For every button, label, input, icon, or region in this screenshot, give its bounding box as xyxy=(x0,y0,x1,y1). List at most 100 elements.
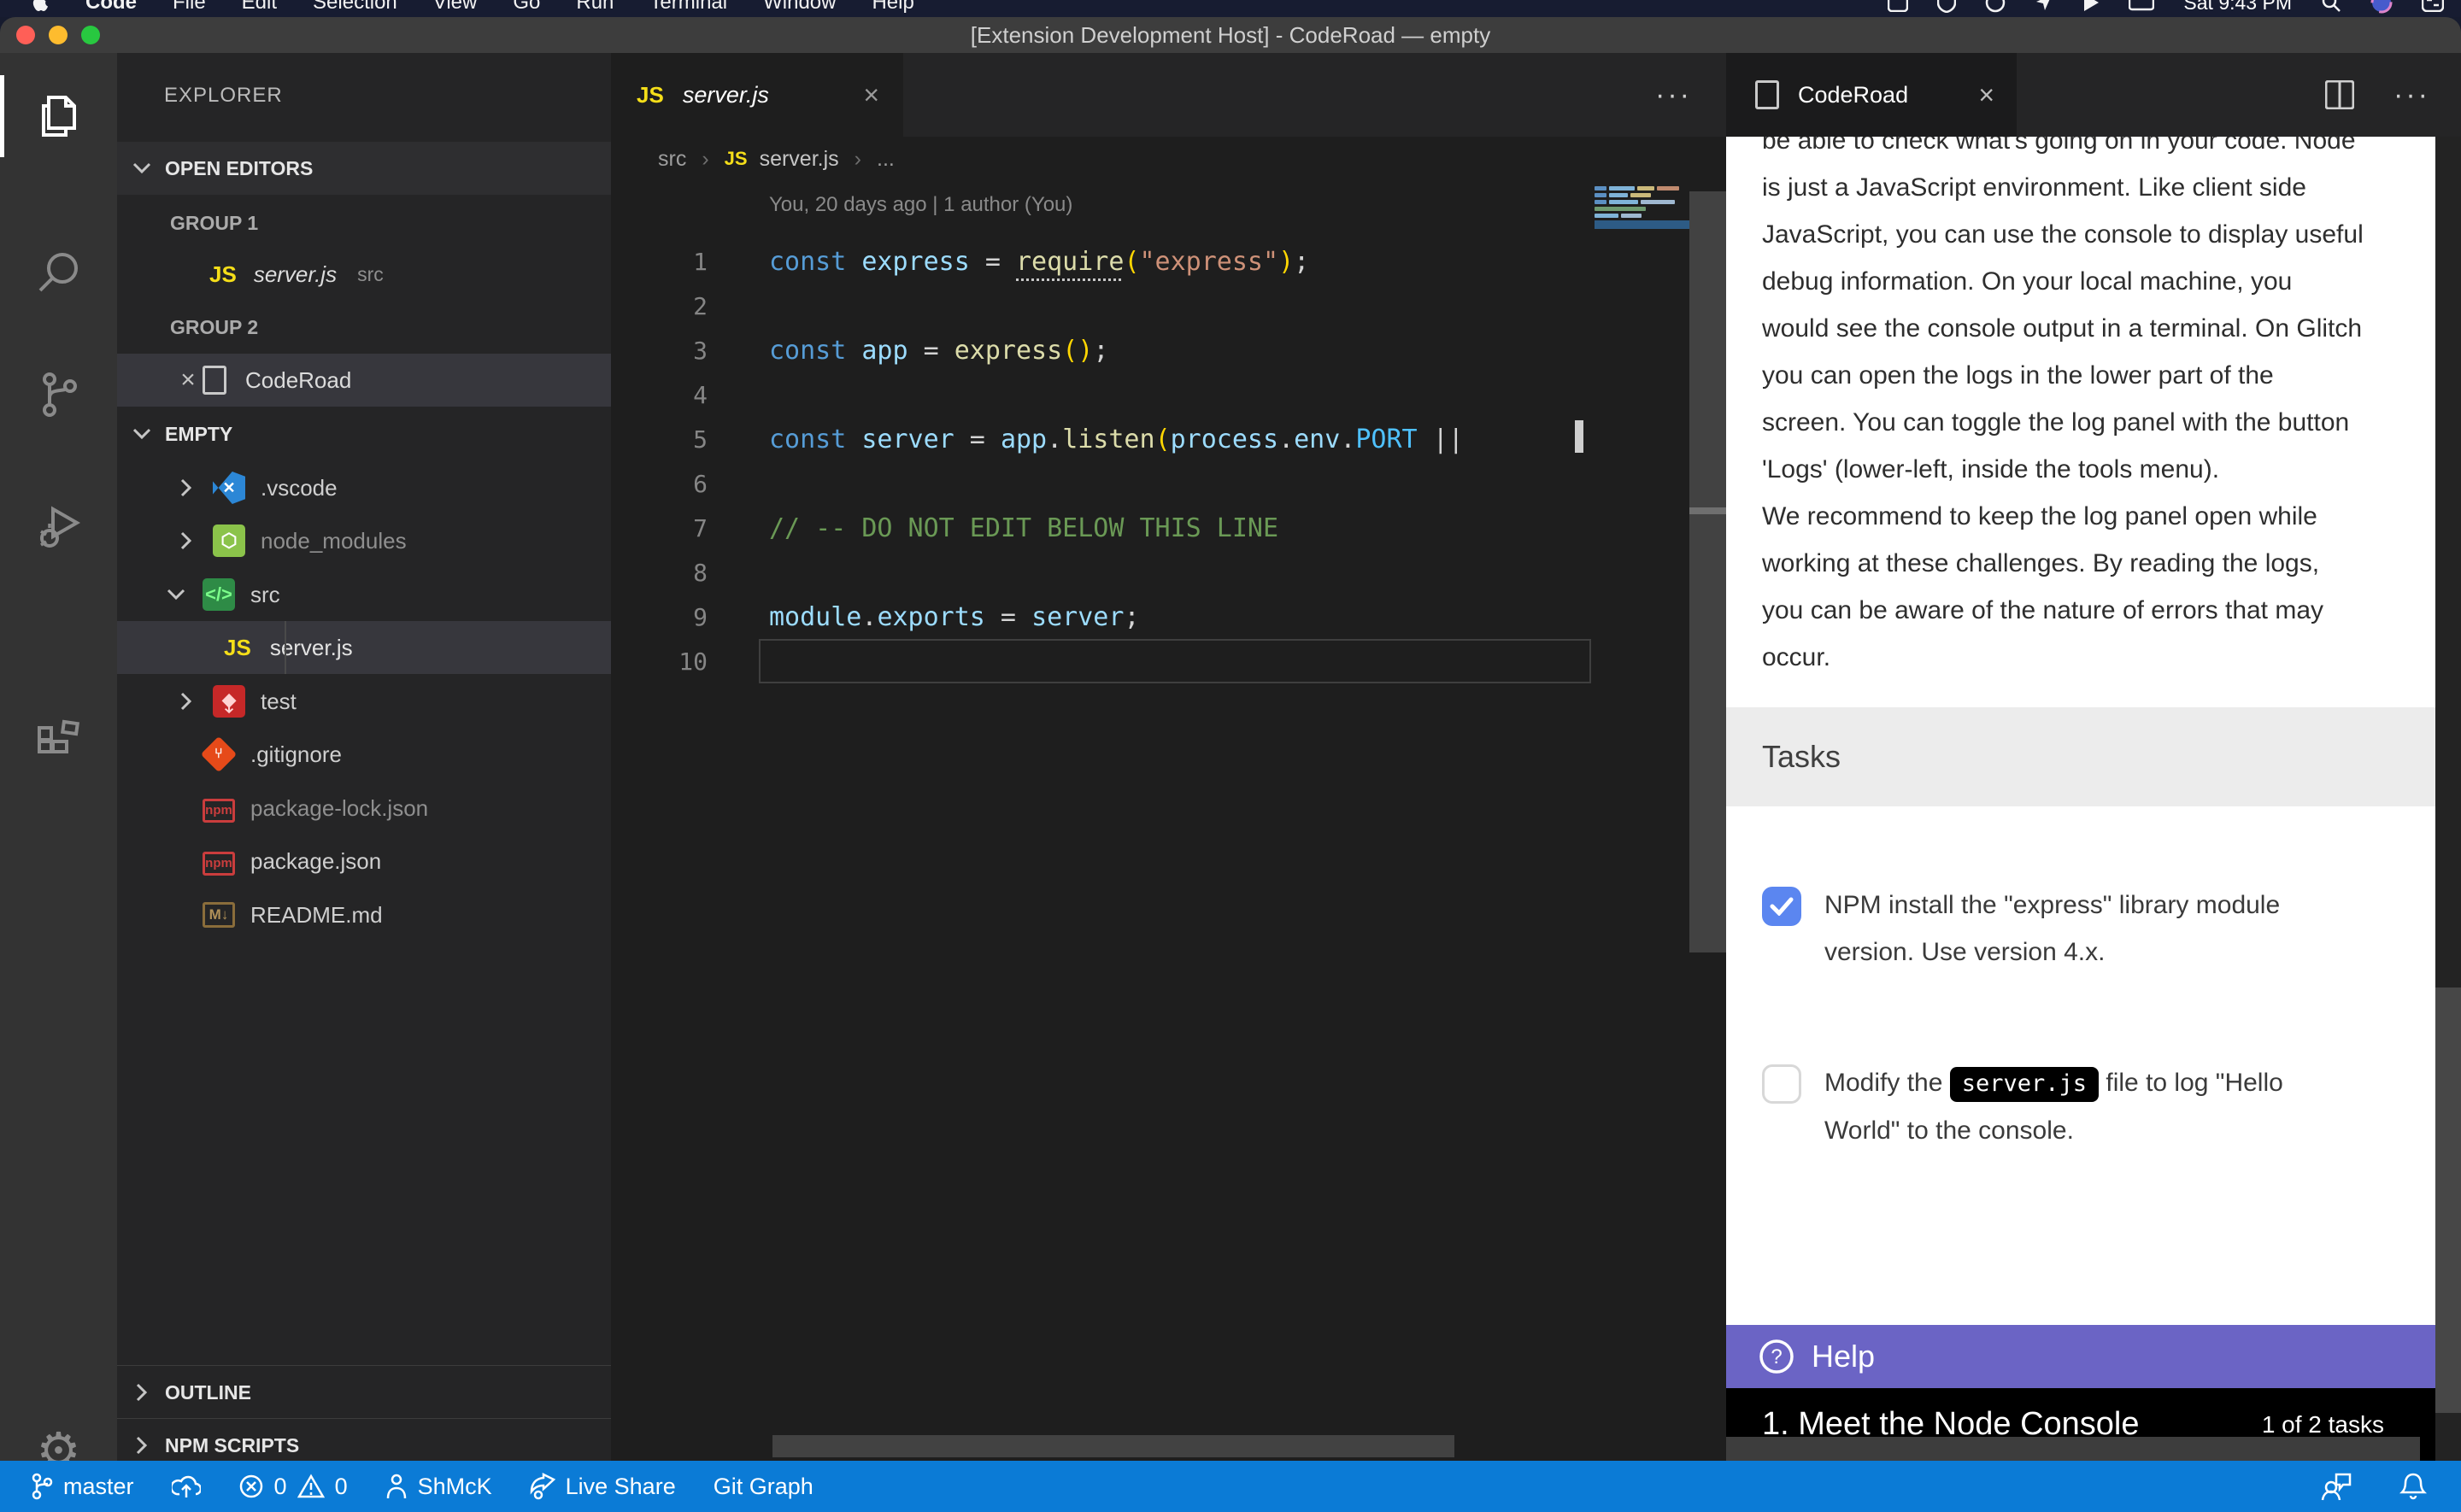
lesson-text-line: would see the console output in a termin… xyxy=(1762,314,2411,361)
horizontal-scrollbar[interactable] xyxy=(772,1435,1454,1457)
task-progress-badge: 1 of 2 tasks xyxy=(2262,1411,2384,1439)
code-line-9[interactable]: 9module.exports = server; xyxy=(611,595,1726,639)
minimap[interactable] xyxy=(1595,186,1689,229)
js-file-icon: JS xyxy=(209,261,237,288)
source-control-icon[interactable] xyxy=(0,354,117,436)
lesson-text-line: you can open the logs in the lower part … xyxy=(1762,361,2411,408)
menu-item-edit[interactable]: Edit xyxy=(242,0,277,15)
clock-icon[interactable] xyxy=(1985,0,2006,13)
tree-item-vscode[interactable]: ✕ .vscode xyxy=(117,461,611,514)
menu-clock[interactable]: Sat 9:43 PM xyxy=(2183,0,2292,15)
window-title-bar: [Extension Development Host] - CodeRoad … xyxy=(0,17,2461,53)
npm-scripts-section-header[interactable]: NPM SCRIPTS xyxy=(117,1419,611,1461)
checkbox-unchecked[interactable] xyxy=(1762,1064,1801,1104)
code-line-3[interactable]: 3const app = express(); xyxy=(611,328,1726,372)
code-line-5[interactable]: 5const server = app.listen(process.env.P… xyxy=(611,417,1726,461)
tab-coderoad[interactable]: CodeRoad × xyxy=(1726,53,2017,137)
checkbox-checked[interactable] xyxy=(1762,887,1801,926)
menu-item-help[interactable]: Help xyxy=(872,0,913,15)
close-icon[interactable]: × xyxy=(173,366,203,395)
split-editor-icon[interactable] xyxy=(2325,80,2354,109)
coderoad-webview: be able to check what's going on in your… xyxy=(1726,137,2461,1461)
apple-logo-icon[interactable] xyxy=(31,0,50,14)
tree-item-server-js[interactable]: JS server.js xyxy=(117,621,611,674)
editor-actions-more[interactable]: ··· xyxy=(1655,53,1692,137)
git-graph-button[interactable]: Git Graph xyxy=(714,1474,813,1500)
problems-status[interactable]: 0 0 xyxy=(238,1474,348,1500)
lesson-text-line: JavaScript, you can use the console to d… xyxy=(1762,220,2411,267)
open-editor-serverjs[interactable]: JS server.js src xyxy=(117,248,611,301)
chevron-down-icon xyxy=(129,428,155,440)
tree-item-package-json[interactable]: npm package.json xyxy=(117,835,611,888)
notifications-bell-icon[interactable] xyxy=(2399,1472,2427,1501)
webview-scrollbar-thumb[interactable] xyxy=(2435,987,2461,1413)
shield-icon[interactable] xyxy=(1937,0,1956,13)
cloud-upload-icon xyxy=(172,1474,201,1499)
breadcrumb-symbol[interactable]: ... xyxy=(877,147,895,172)
location-icon[interactable] xyxy=(2035,0,2053,12)
search-icon[interactable] xyxy=(0,231,117,313)
js-file-icon: JS xyxy=(637,82,664,108)
code-line-8[interactable]: 8 xyxy=(611,550,1726,595)
menu-item-go[interactable]: Go xyxy=(513,0,540,15)
code-line-4[interactable]: 4 xyxy=(611,372,1726,417)
warning-triangle-icon xyxy=(297,1474,325,1499)
webview-scrollbar-track[interactable] xyxy=(2435,137,2461,1461)
code-line-1[interactable]: 1const express = require("express"); xyxy=(611,239,1726,284)
open-editors-header[interactable]: OPEN EDITORS xyxy=(117,142,611,195)
file-icon xyxy=(203,366,226,395)
close-icon[interactable]: × xyxy=(863,79,879,111)
control-center-icon[interactable] xyxy=(2422,0,2444,12)
code-line-6[interactable]: 6 xyxy=(611,461,1726,506)
tab-server-js[interactable]: JS server.js × xyxy=(611,53,903,137)
siri-icon[interactable] xyxy=(2370,0,2393,14)
codelens-annotation[interactable]: You, 20 days ago | 1 author (You) xyxy=(769,193,1072,217)
code-editor[interactable]: You, 20 days ago | 1 author (You) 1const… xyxy=(611,181,1726,1461)
editor-group-2-header[interactable]: GROUP 2 xyxy=(117,301,611,354)
tree-item-readme[interactable]: M↓ README.md xyxy=(117,888,611,941)
play-icon[interactable] xyxy=(2082,0,2100,12)
chevron-right-icon xyxy=(129,1383,155,1402)
close-icon[interactable]: × xyxy=(1978,79,1994,111)
person-icon xyxy=(385,1473,408,1500)
code-line-10[interactable]: 10 xyxy=(611,639,1726,683)
vscode-folder-icon: ✕ xyxy=(213,472,245,504)
user-account-status[interactable]: ShMcK xyxy=(385,1473,492,1500)
tree-item-test[interactable]: ⧪ test xyxy=(117,675,611,728)
code-line-2[interactable]: 2 xyxy=(611,284,1726,328)
js-file-icon: JS xyxy=(725,148,748,170)
run-debug-icon[interactable] xyxy=(0,484,117,566)
editor-group-1-header[interactable]: GROUP 1 xyxy=(117,196,611,249)
live-share-button[interactable]: Live Share xyxy=(530,1473,676,1500)
tree-item-src[interactable]: </> src xyxy=(117,568,611,621)
menu-item-window[interactable]: Window xyxy=(763,0,836,15)
tree-item-node-modules[interactable]: ⬡ node_modules xyxy=(117,514,611,567)
tree-item-package-lock[interactable]: npm package-lock.json xyxy=(117,782,611,835)
menu-item-run[interactable]: Run xyxy=(576,0,614,15)
lesson-text-line: screen. You can toggle the log panel wit… xyxy=(1762,408,2411,455)
extensions-icon[interactable] xyxy=(0,691,117,773)
menu-item-file[interactable]: File xyxy=(173,0,206,15)
menu-item-terminal[interactable]: Terminal xyxy=(649,0,727,15)
vertical-scrollbar[interactable] xyxy=(1689,191,1726,952)
js-file-icon: JS xyxy=(224,635,251,661)
git-branch-status[interactable]: master xyxy=(31,1473,134,1500)
menu-item-code[interactable]: Code xyxy=(85,0,137,15)
menu-item-selection[interactable]: Selection xyxy=(313,0,397,15)
explorer-icon[interactable] xyxy=(0,75,117,157)
help-button[interactable]: ? Help xyxy=(1726,1325,2435,1388)
code-line-7[interactable]: 7// -- DO NOT EDIT BELOW THIS LINE xyxy=(611,506,1726,550)
breadcrumb-folder[interactable]: src xyxy=(658,147,686,172)
folder-section-header[interactable]: EMPTY xyxy=(117,407,611,460)
sync-changes-button[interactable] xyxy=(172,1474,201,1499)
menu-item-view[interactable]: View xyxy=(433,0,478,15)
outline-section-header[interactable]: OUTLINE xyxy=(117,1366,611,1419)
spotlight-icon[interactable] xyxy=(2321,0,2341,13)
window-icon[interactable] xyxy=(1888,0,1908,12)
feedback-icon[interactable] xyxy=(2321,1472,2352,1501)
tree-item-gitignore[interactable]: ⑂ .gitignore xyxy=(117,728,611,781)
more-actions-icon[interactable]: ··· xyxy=(2393,79,2430,112)
display-icon[interactable] xyxy=(2129,0,2154,12)
open-editor-coderoad[interactable]: × CodeRoad xyxy=(117,354,611,407)
breadcrumb-file[interactable]: server.js xyxy=(760,147,839,172)
